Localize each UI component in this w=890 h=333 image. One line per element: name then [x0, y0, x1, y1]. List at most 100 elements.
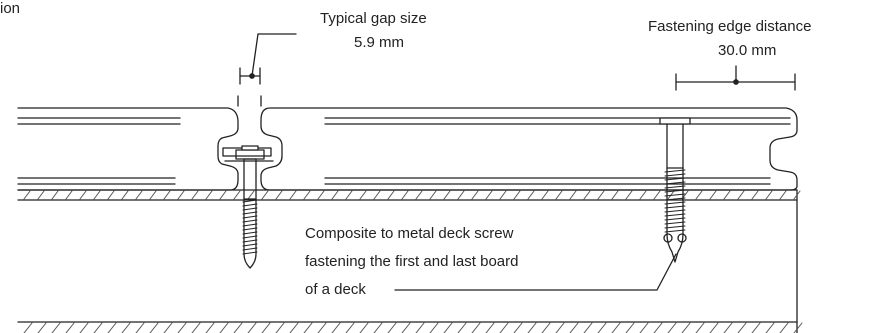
beam-hatch-line — [457, 190, 465, 200]
beam-hatch-line — [597, 322, 607, 333]
beam-hatch-line — [625, 322, 635, 333]
beam-hatch-line — [541, 190, 549, 200]
beam-hatch-line — [737, 322, 747, 333]
beam-hatch-line — [499, 190, 507, 200]
screw-thread — [242, 219, 258, 223]
beam-hatch-line — [303, 322, 313, 333]
right-deck-board — [237, 95, 798, 191]
beam-hatch-line — [135, 190, 143, 200]
beam-hatch-line — [93, 322, 103, 333]
left-deck-board — [17, 107, 239, 191]
screw-note-line1: Composite to metal deck screw — [305, 225, 514, 242]
beam-hatch-line — [779, 190, 787, 200]
beam-hatch-line — [541, 322, 551, 333]
screw-thread — [664, 205, 686, 209]
beam-hatch-line — [79, 322, 89, 333]
beam-hatch-line — [401, 322, 411, 333]
screw-thread — [242, 239, 258, 243]
beam-hatch-line — [457, 322, 467, 333]
screw-thread — [664, 169, 686, 173]
beam-hatch-line — [233, 322, 243, 333]
beam-hatch-line — [751, 190, 759, 200]
beam-hatch-line — [583, 190, 591, 200]
screw-thread — [664, 221, 686, 225]
screw-thread — [242, 223, 258, 227]
beam-hatch-line — [205, 322, 215, 333]
screw-thread — [242, 227, 258, 231]
beam-hatch-line — [37, 190, 45, 200]
beam-hatch-line — [205, 190, 213, 200]
beam-hatch-line — [93, 190, 101, 200]
beam-hatch-line — [317, 322, 327, 333]
beam-hatch-line — [331, 322, 341, 333]
screw-thread — [664, 173, 686, 177]
beam-hatch-line — [695, 322, 705, 333]
beam-hatch-line — [429, 190, 437, 200]
beam-hatch-line — [569, 322, 579, 333]
beam-hatch-line — [65, 322, 75, 333]
screw-thread — [242, 207, 258, 211]
gap-dimension — [239, 33, 297, 85]
beam-hatch-line — [177, 322, 187, 333]
beam-hatch-line — [191, 190, 199, 200]
edge-value: 30.0 mm — [718, 42, 777, 59]
fragment-label: ion — [0, 0, 21, 17]
screw-note-line3: of a deck — [305, 281, 366, 298]
beam-hatch-line — [23, 322, 33, 333]
clip-screw — [242, 158, 258, 269]
beam-hatch-line — [79, 190, 87, 200]
beam-hatch-line — [275, 190, 283, 200]
screw-thread — [242, 235, 258, 239]
beam-hatch-line — [275, 322, 285, 333]
beam-hatch-line — [163, 322, 173, 333]
screw-thread — [664, 217, 686, 221]
beam-hatch-line — [443, 322, 453, 333]
beam-hatch-line — [779, 322, 789, 333]
beam-hatch-line — [219, 190, 227, 200]
screw-thread — [664, 201, 686, 205]
beam-hatch-line — [667, 322, 677, 333]
screw-thread — [242, 251, 258, 255]
beam-hatch-line — [737, 190, 745, 200]
beam-hatch-line — [331, 190, 339, 200]
beam-hatch-line — [429, 322, 439, 333]
screw-thread — [664, 229, 686, 233]
beam-hatch-line — [37, 322, 47, 333]
beam-hatch-line — [709, 322, 719, 333]
screw-thread — [664, 213, 686, 217]
beam-hatch-line — [443, 190, 451, 200]
beam-hatch-line — [569, 190, 577, 200]
beam-hatch-line — [527, 190, 535, 200]
beam-hatch-line — [387, 190, 395, 200]
beam-hatch-line — [359, 322, 369, 333]
beam-hatch-line — [765, 322, 775, 333]
beam-hatch-line — [639, 322, 649, 333]
beam-hatch-line — [695, 190, 703, 200]
beam-hatch-line — [219, 322, 229, 333]
beam-hatch-line — [513, 190, 521, 200]
beam-hatch-line — [625, 190, 633, 200]
beam-hatch-line — [247, 190, 255, 200]
beam-hatch-line — [527, 322, 537, 333]
beam-hatch-line — [149, 322, 159, 333]
screw-thread — [242, 247, 258, 251]
edge-title: Fastening edge distance — [648, 18, 812, 35]
beam-hatch-line — [345, 190, 353, 200]
beam-hatch-line — [177, 190, 185, 200]
beam-hatch-line — [485, 322, 495, 333]
beam-hatch-line — [261, 190, 269, 200]
beam-hatch-line — [247, 322, 257, 333]
beam-hatch-line — [793, 322, 803, 333]
beam-hatch-line — [191, 322, 201, 333]
beam-hatch-line — [709, 190, 717, 200]
gap-value: 5.9 mm — [354, 34, 405, 51]
beam-hatch-line — [485, 190, 493, 200]
beam-hatch-line — [51, 322, 61, 333]
screw-thread — [242, 243, 258, 247]
beam-hatch-line — [639, 190, 647, 200]
beam-hatch-line — [23, 190, 31, 200]
beam-hatch-line — [751, 322, 761, 333]
edge-dimension — [675, 65, 796, 91]
beam-hatch-line — [149, 190, 157, 200]
screw-thread — [664, 209, 686, 213]
